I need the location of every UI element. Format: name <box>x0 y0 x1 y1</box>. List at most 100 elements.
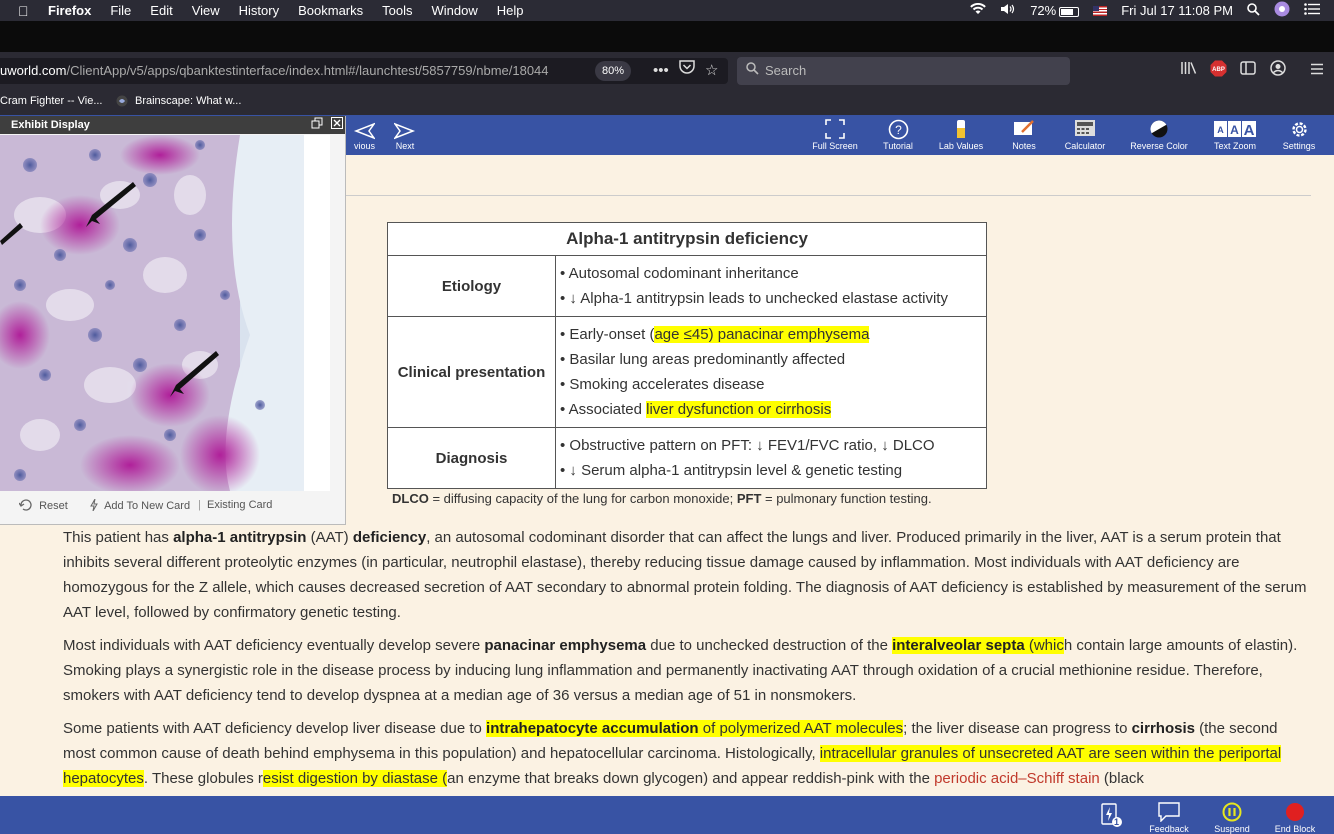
menu-help[interactable]: Help <box>497 3 524 18</box>
svg-text:A: A <box>1244 122 1255 139</box>
notification-center-icon[interactable] <box>1304 3 1320 18</box>
menu-history[interactable]: History <box>239 3 279 18</box>
row-header-clinical: Clinical presentation <box>387 316 556 428</box>
macos-menu-bar:  Firefox File Edit View History Bookmar… <box>0 0 1334 21</box>
tutorial-button[interactable]: ? Tutorial <box>868 119 928 151</box>
bookmark-brainscape[interactable]: Brainscape: What w... <box>135 95 241 107</box>
tab-strip <box>0 21 1334 52</box>
bookmark-star-icon[interactable]: ☆ <box>705 60 718 82</box>
previous-label: vious <box>353 141 375 151</box>
volume-icon[interactable] <box>1000 3 1016 18</box>
lab-values-button[interactable]: Lab Values <box>931 119 991 151</box>
svg-text:A: A <box>1217 125 1224 135</box>
calculator-icon <box>1055 119 1115 141</box>
menu-window[interactable]: Window <box>432 3 478 18</box>
input-source-flag-icon[interactable] <box>1093 5 1108 16</box>
apple-icon[interactable]:  <box>18 3 34 19</box>
para-bold: alpha-1 antitrypsin <box>173 529 307 546</box>
flashcard-badge: 1 <box>1114 817 1120 827</box>
para-text: of polymerized AAT molecules <box>698 720 904 737</box>
spotlight-search-icon[interactable] <box>1247 2 1260 19</box>
menu-app-name[interactable]: Firefox <box>48 3 91 18</box>
search-icon <box>746 57 759 85</box>
menu-edit[interactable]: Edit <box>150 3 172 18</box>
exhibit-titlebar[interactable]: Exhibit Display <box>0 116 345 134</box>
battery-icon <box>1059 6 1080 17</box>
end-block-button[interactable]: End Block <box>1265 802 1325 834</box>
menu-clock[interactable]: Fri Jul 17 11:08 PM <box>1121 3 1233 18</box>
account-icon[interactable] <box>1270 60 1286 83</box>
separator: | <box>198 499 201 511</box>
row-cell-etiology: Autosomal codominant inheritance ↓ Alpha… <box>555 255 987 317</box>
tutorial-label: Tutorial <box>883 141 913 151</box>
para-text: an enzyme that breaks down glycogen) and… <box>447 770 935 787</box>
para-bold: interalveolar septa <box>892 637 1025 654</box>
settings-button[interactable]: Settings <box>1269 119 1329 151</box>
lab-values-label: Lab Values <box>938 141 984 151</box>
list-item: Smoking accelerates disease <box>560 372 982 397</box>
suspend-button[interactable]: Suspend <box>1202 802 1262 834</box>
menu-bookmarks[interactable]: Bookmarks <box>298 3 363 18</box>
highlighted-text[interactable]: age ≤45) panacinar emphysema <box>654 326 870 343</box>
add-to-new-card-button[interactable]: Add To New Card <box>90 498 190 512</box>
next-button[interactable]: Next <box>375 119 435 151</box>
text-zoom-icon: AAA <box>1205 119 1265 141</box>
text-zoom-button[interactable]: AAA Text Zoom <box>1205 119 1265 151</box>
zoom-level-badge[interactable]: 80% <box>595 61 631 81</box>
restore-window-icon[interactable] <box>310 117 324 131</box>
hamburger-menu-icon[interactable] <box>1310 60 1324 82</box>
close-icon[interactable] <box>330 117 344 131</box>
para-bold: panacinar emphysema <box>484 637 647 654</box>
explanation-paragraph-2: Most individuals with AAT deficiency eve… <box>63 633 1313 708</box>
highlighted-text[interactable]: intrahepatocyte accumulation of polymeri… <box>486 720 904 737</box>
full-screen-button[interactable]: Full Screen <box>805 119 865 151</box>
footnote-abbr: PFT <box>736 491 762 506</box>
notes-button[interactable]: Notes <box>994 119 1054 151</box>
menu-tools[interactable]: Tools <box>382 3 412 18</box>
para-text: due to unchecked destruction of the <box>646 637 893 654</box>
page-actions-icon[interactable]: ••• <box>653 60 669 82</box>
exhibit-window[interactable]: Exhibit Display Reset Add To New Card | … <box>0 116 346 525</box>
reverse-color-icon <box>1129 119 1189 141</box>
menu-file[interactable]: File <box>110 3 131 18</box>
bottom-toolbar: 1 Feedback Suspend End Block <box>0 796 1334 834</box>
feedback-button[interactable]: Feedback <box>1139 802 1199 834</box>
list-item: Early-onset (age ≤45) panacinar emphysem… <box>560 322 982 347</box>
brainscape-favicon-icon <box>116 95 128 110</box>
histology-image[interactable] <box>0 135 330 495</box>
battery-percent: 72% <box>1030 3 1057 18</box>
pas-stain-link[interactable]: periodic acid–Schiff stain <box>934 770 1100 787</box>
menu-view[interactable]: View <box>192 3 220 18</box>
calculator-button[interactable]: Calculator <box>1055 119 1115 151</box>
pocket-icon[interactable] <box>679 60 695 82</box>
highlighted-text[interactable]: liver dysfunction or cirrhosis <box>646 401 832 418</box>
para-text: (black <box>1099 770 1144 787</box>
search-input[interactable]: Search <box>737 57 1070 85</box>
item-text: Associated <box>568 401 647 418</box>
reset-button[interactable]: Reset <box>18 499 68 512</box>
highlighted-text[interactable]: interalveolar septa (whic <box>892 637 1064 654</box>
wifi-icon[interactable] <box>970 2 987 18</box>
summary-table: Alpha-1 antitrypsin deficiency Etiology … <box>387 222 987 489</box>
end-block-icon <box>1265 802 1325 824</box>
list-item: Obstructive pattern on PFT: ↓ FEV1/FVC r… <box>560 433 982 458</box>
para-text: (AAT) <box>306 529 353 546</box>
existing-card-button[interactable]: Existing Card <box>207 499 272 511</box>
reset-label: Reset <box>39 500 68 512</box>
table-footnote: DLCO = diffusing capacity of the lung fo… <box>392 491 932 506</box>
library-icon[interactable] <box>1181 60 1197 82</box>
full-screen-label: Full Screen <box>812 141 858 151</box>
reset-icon <box>18 499 32 511</box>
sidebar-toggle-icon[interactable] <box>1240 60 1256 82</box>
bookmark-cram-fighter[interactable]: Cram Fighter -- Vie... <box>0 95 103 107</box>
end-block-label: End Block <box>1274 824 1316 834</box>
next-label: Next <box>395 141 415 151</box>
battery-status[interactable]: 72% <box>1030 3 1080 18</box>
highlighted-text[interactable]: esist digestion by diastase ( <box>262 770 448 787</box>
adblock-plus-icon[interactable]: ABP <box>1210 60 1227 84</box>
flashcard-button[interactable]: 1 <box>1081 802 1141 827</box>
para-bold: deficiency <box>352 529 427 546</box>
reverse-color-button[interactable]: Reverse Color <box>1129 119 1189 151</box>
user-avatar-icon[interactable] <box>1274 1 1290 20</box>
feedback-chat-icon <box>1139 802 1199 824</box>
